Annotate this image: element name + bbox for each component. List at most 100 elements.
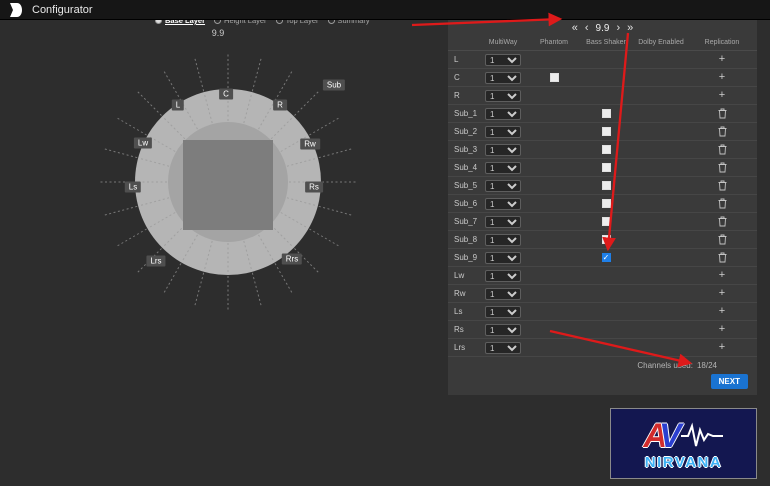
- speaker-label-Rrs: Rrs: [282, 254, 302, 265]
- channel-row-L: L1+: [448, 51, 757, 69]
- multiway-select[interactable]: 1: [485, 198, 521, 210]
- bass-shaker-checkbox[interactable]: [602, 127, 611, 136]
- bass-shaker-checkbox[interactable]: [602, 217, 611, 226]
- nav-prev-button[interactable]: ‹: [585, 23, 589, 34]
- column-multiway: MultiWay: [478, 39, 528, 47]
- channel-row-Sub_7: Sub_7 1: [448, 213, 757, 231]
- multiway-select[interactable]: 1: [485, 216, 521, 228]
- channel-name: Rw: [448, 289, 478, 298]
- next-row: NEXT: [448, 370, 757, 389]
- nav-last-button[interactable]: »: [627, 23, 633, 34]
- add-replication-button[interactable]: +: [719, 270, 725, 281]
- logo-name: NIRVANA: [645, 455, 722, 471]
- multiway-select[interactable]: 1: [485, 342, 521, 354]
- speaker-label-Lw: Lw: [134, 138, 152, 149]
- add-replication-button[interactable]: +: [719, 72, 725, 83]
- channels-used: Channels used: 18/24: [448, 357, 757, 370]
- next-button[interactable]: NEXT: [711, 374, 748, 389]
- nav-next-button[interactable]: ›: [616, 23, 620, 34]
- channel-name: R: [448, 91, 478, 100]
- delete-channel-button[interactable]: [718, 126, 727, 137]
- multiway-select[interactable]: 1: [485, 270, 521, 282]
- bass-shaker-checkbox[interactable]: [602, 235, 611, 244]
- multiway-select[interactable]: 1: [485, 252, 521, 264]
- speaker-label-Rw: Rw: [300, 139, 320, 150]
- speaker-label-Ls: Ls: [125, 182, 141, 193]
- multiway-select[interactable]: 1: [485, 126, 521, 138]
- column-dolby-enabled: Dolby Enabled: [632, 39, 690, 47]
- bass-shaker-checkbox[interactable]: [602, 145, 611, 154]
- app-title: Configurator: [32, 4, 93, 16]
- configurator-app: Configurator Base Layer Height Layer Top…: [0, 0, 770, 486]
- channel-name: Sub_4: [448, 163, 478, 172]
- multiway-select[interactable]: 1: [485, 324, 521, 336]
- channel-row-Sub_1: Sub_11: [448, 105, 757, 123]
- trash-icon: [718, 144, 727, 155]
- channel-row-Sub_3: Sub_3 1: [448, 141, 757, 159]
- add-replication-button[interactable]: +: [719, 54, 725, 65]
- multiway-select[interactable]: 1: [485, 288, 521, 300]
- delete-channel-button[interactable]: [718, 144, 727, 155]
- nav-first-button[interactable]: «: [572, 23, 578, 34]
- channel-row-Sub_9: Sub_91✓: [448, 249, 757, 267]
- channel-row-Sub_2: Sub_21: [448, 123, 757, 141]
- channel-name: Sub_8: [448, 235, 478, 244]
- delete-channel-button[interactable]: [718, 108, 727, 119]
- multiway-select[interactable]: 1: [485, 90, 521, 102]
- trash-icon: [718, 162, 727, 173]
- channel-name: Sub_3: [448, 145, 478, 154]
- trash-icon: [718, 252, 727, 263]
- channel-name: Lrs: [448, 343, 478, 352]
- delete-channel-button[interactable]: [718, 180, 727, 191]
- config-table-body: L1+C1+R1+Sub_11Sub_21Sub_31Sub_41Sub_51S…: [448, 51, 757, 357]
- logo-letter-v: V: [659, 418, 682, 454]
- add-replication-button[interactable]: +: [719, 324, 725, 335]
- speaker-label-Rs: Rs: [305, 182, 323, 193]
- speaker-label-C: C: [219, 89, 233, 100]
- speaker-label-Lrs: Lrs: [146, 256, 165, 267]
- bass-shaker-checkbox[interactable]: [602, 109, 611, 118]
- multiway-select[interactable]: 1: [485, 162, 521, 174]
- multiway-select[interactable]: 1: [485, 180, 521, 192]
- delete-channel-button[interactable]: [718, 234, 727, 245]
- speaker-label-Sub: Sub: [323, 80, 345, 91]
- channel-row-Sub_8: Sub_8 1: [448, 231, 757, 249]
- delete-channel-button[interactable]: [718, 216, 727, 227]
- config-panel: Base Layer configuration « ‹ 9.9 › » Mul…: [448, 6, 757, 395]
- channel-row-Ls: Ls1+: [448, 303, 757, 321]
- multiway-select[interactable]: 1: [485, 306, 521, 318]
- trash-icon: [718, 180, 727, 191]
- channels-used-value: 18/24: [697, 361, 717, 370]
- trash-icon: [718, 198, 727, 209]
- multiway-select[interactable]: 1: [485, 108, 521, 120]
- add-replication-button[interactable]: +: [719, 90, 725, 101]
- multiway-select[interactable]: 1: [485, 144, 521, 156]
- multiway-select[interactable]: 1: [485, 54, 521, 66]
- column-phantom: Phantom: [528, 39, 580, 47]
- channel-row-Sub_6: Sub_61: [448, 195, 757, 213]
- delete-channel-button[interactable]: [718, 198, 727, 209]
- listening-area-square: [183, 140, 273, 230]
- channel-name: Lw: [448, 271, 478, 280]
- column-bass-shaker: Bass Shaker: [580, 39, 632, 47]
- bass-shaker-checkbox[interactable]: ✓: [602, 253, 611, 262]
- app-logo-icon: [9, 3, 22, 17]
- bass-shaker-checkbox[interactable]: [602, 181, 611, 190]
- channel-name: Sub_7: [448, 217, 478, 226]
- layer-nav: « ‹ 9.9 › »: [448, 22, 757, 34]
- phantom-checkbox[interactable]: [550, 73, 559, 82]
- column-replication: Replication: [690, 39, 754, 47]
- add-replication-button[interactable]: +: [719, 288, 725, 299]
- speaker-label-L: L: [172, 100, 184, 111]
- bass-shaker-checkbox[interactable]: [602, 199, 611, 208]
- delete-channel-button[interactable]: [718, 252, 727, 263]
- bass-shaker-checkbox[interactable]: [602, 163, 611, 172]
- add-replication-button[interactable]: +: [719, 306, 725, 317]
- channel-row-Sub_5: Sub_51: [448, 177, 757, 195]
- multiway-select[interactable]: 1: [485, 72, 521, 84]
- trash-icon: [718, 126, 727, 137]
- add-replication-button[interactable]: +: [719, 342, 725, 353]
- multiway-select[interactable]: 1: [485, 234, 521, 246]
- delete-channel-button[interactable]: [718, 162, 727, 173]
- speaker-label-R: R: [273, 100, 287, 111]
